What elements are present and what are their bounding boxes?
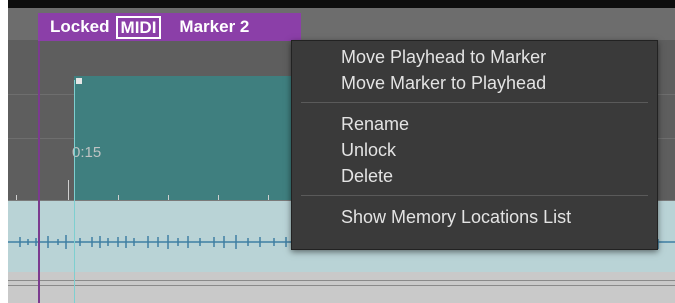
menu-item-move-marker-to-playhead[interactable]: Move Marker to Playhead <box>292 70 657 96</box>
marker-name: Marker 2 <box>179 17 250 36</box>
marker-line[interactable] <box>38 40 40 303</box>
track-lane-bottom <box>8 272 675 303</box>
playhead-line[interactable] <box>74 80 75 303</box>
top-border <box>8 0 675 8</box>
marker-flag[interactable]: Locked MIDI Marker 2 <box>38 13 301 41</box>
lane-line <box>8 280 675 281</box>
menu-item-rename[interactable]: Rename <box>292 111 657 137</box>
lane-line <box>8 285 675 286</box>
marker-midi-badge: MIDI <box>115 15 162 39</box>
time-label: 0:15 <box>72 144 102 161</box>
menu-separator <box>301 195 648 196</box>
marker-context-menu: Move Playhead to Marker Move Marker to P… <box>291 40 658 250</box>
menu-item-show-memory-locations-list[interactable]: Show Memory Locations List <box>292 204 657 230</box>
marker-locked-label: Locked <box>50 17 110 36</box>
tick <box>68 180 69 200</box>
menu-item-move-playhead-to-marker[interactable]: Move Playhead to Marker <box>292 44 657 70</box>
menu-separator <box>301 102 648 103</box>
menu-item-delete[interactable]: Delete <box>292 163 657 189</box>
clip-handle[interactable] <box>76 78 82 84</box>
menu-item-unlock[interactable]: Unlock <box>292 137 657 163</box>
